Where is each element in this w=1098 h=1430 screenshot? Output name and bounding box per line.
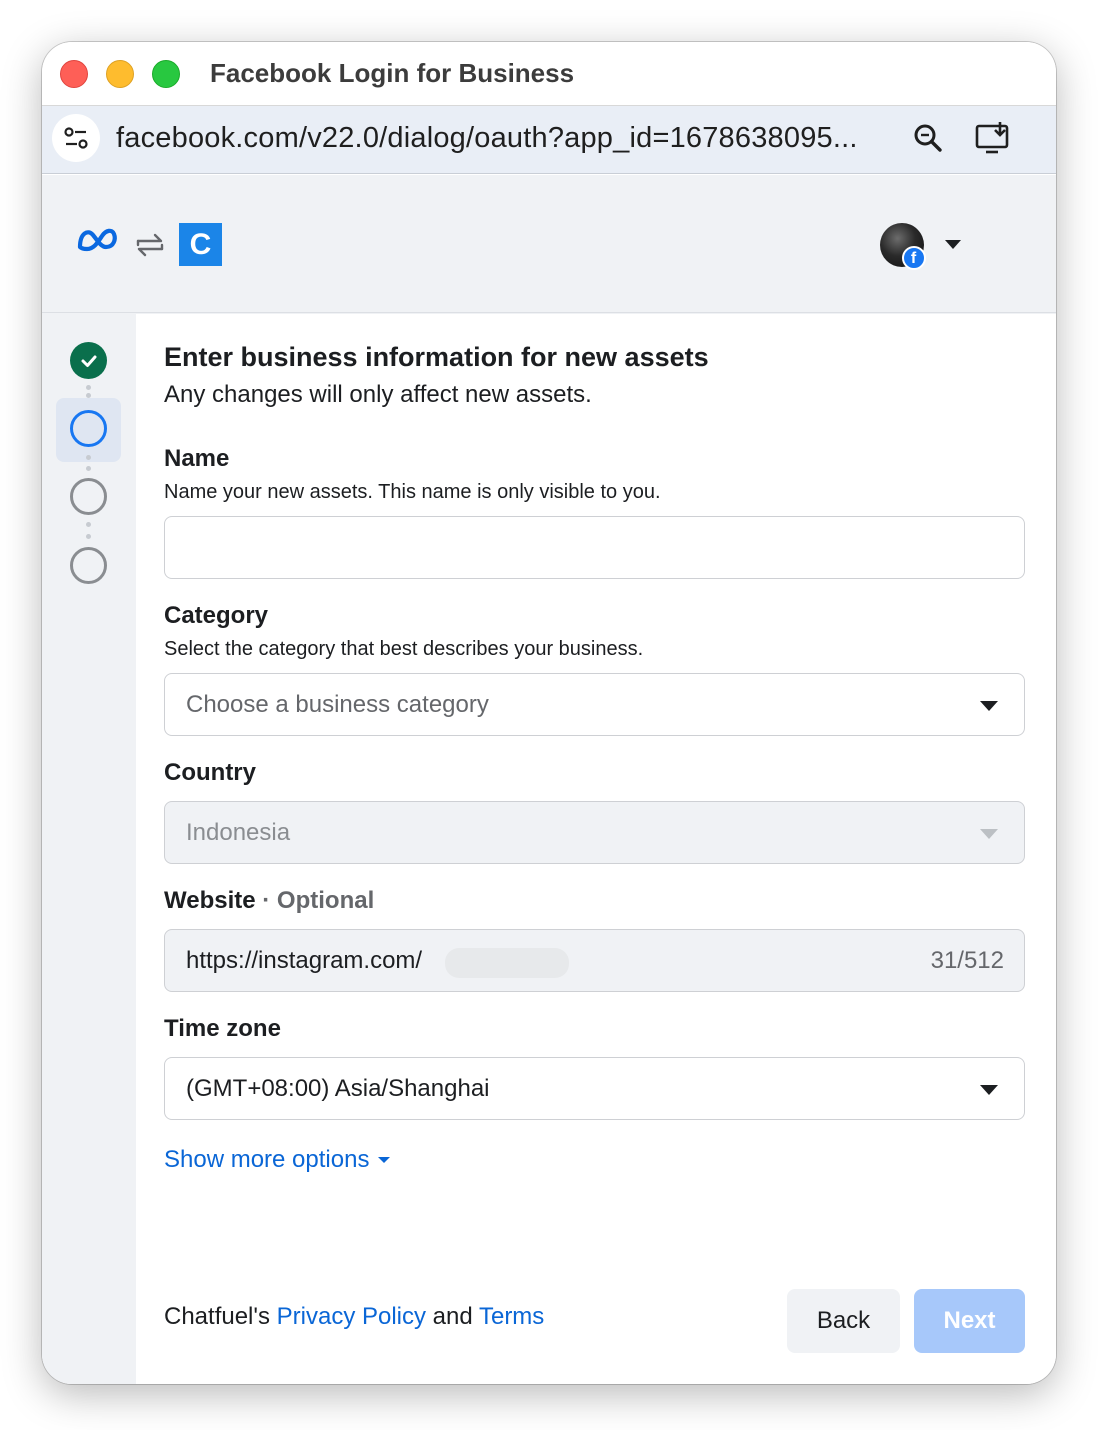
- sync-arrows-icon: [136, 233, 164, 257]
- step-2-current: [70, 410, 107, 447]
- country-label: Country: [164, 759, 256, 786]
- caret-down-icon: [378, 1157, 391, 1163]
- step-connector: [86, 534, 91, 539]
- chatfuel-logo: C: [179, 223, 222, 266]
- facebook-badge-icon: f: [902, 246, 926, 270]
- name-input[interactable]: [164, 516, 1025, 579]
- install-app-icon[interactable]: [974, 120, 1012, 163]
- progress-stepper: [42, 314, 136, 1384]
- tune-icon: [64, 127, 88, 149]
- browser-window: Facebook Login for Business facebook.com…: [42, 42, 1056, 1384]
- form-heading: Enter business information for new asset…: [164, 342, 709, 372]
- step-4: [70, 547, 107, 584]
- name-label: Name: [164, 445, 230, 472]
- dialog-page: C f Enter business information for new a…: [42, 175, 1056, 1384]
- legal-footer: Chatfuel's Privacy Policy and Terms: [164, 1303, 544, 1331]
- name-help: Name your new assets. This name is only …: [164, 481, 661, 503]
- site-info-button[interactable]: [52, 114, 100, 162]
- window-title: Facebook Login for Business: [210, 58, 575, 88]
- close-window-button[interactable]: [60, 60, 88, 88]
- website-label-text: Website: [164, 887, 256, 914]
- timezone-label: Time zone: [164, 1015, 281, 1042]
- category-help: Select the category that best describes …: [164, 638, 644, 660]
- terms-link[interactable]: Terms: [479, 1303, 544, 1330]
- zoom-icon[interactable]: [910, 120, 946, 161]
- optional-tag: Optional: [276, 887, 375, 914]
- business-info-form: Enter business information for new asset…: [136, 314, 1056, 1384]
- category-placeholder: Choose a business category: [186, 691, 489, 718]
- title-bar: Facebook Login for Business: [42, 42, 1056, 106]
- footer-prefix: Chatfuel's: [164, 1303, 277, 1330]
- zoom-window-button[interactable]: [152, 60, 180, 88]
- next-button[interactable]: Next: [914, 1289, 1025, 1353]
- chevron-down-icon: [980, 1085, 998, 1095]
- meta-logo-icon: [77, 228, 117, 252]
- address-bar: facebook.com/v22.0/dialog/oauth?app_id=1…: [42, 106, 1056, 174]
- url-text[interactable]: facebook.com/v22.0/dialog/oauth?app_id=1…: [116, 122, 858, 155]
- step-connector: [86, 466, 91, 471]
- chevron-down-icon: [980, 701, 998, 711]
- label-separator: ·: [255, 887, 277, 914]
- back-button[interactable]: Back: [787, 1289, 900, 1353]
- character-counter: 31/512: [930, 947, 1004, 974]
- category-select[interactable]: Choose a business category: [164, 673, 1025, 736]
- step-connector: [86, 455, 91, 460]
- form-subheading: Any changes will only affect new assets.: [164, 381, 592, 408]
- website-input[interactable]: https://instagram.com/ 31/512: [164, 929, 1025, 992]
- website-label: Website · Optional: [164, 887, 374, 915]
- country-select: Indonesia: [164, 801, 1025, 864]
- step-3: [70, 478, 107, 515]
- step-connector: [86, 522, 91, 527]
- privacy-policy-link[interactable]: Privacy Policy: [277, 1303, 426, 1330]
- step-connector: [86, 385, 91, 390]
- timezone-select[interactable]: (GMT+08:00) Asia/Shanghai: [164, 1057, 1025, 1120]
- website-value: https://instagram.com/: [186, 947, 423, 974]
- account-menu-caret-icon[interactable]: [943, 239, 963, 251]
- redacted-text: [445, 948, 569, 978]
- dialog-header: C f: [42, 175, 1056, 313]
- checkmark-icon: [81, 355, 96, 367]
- chevron-down-icon: [980, 829, 998, 839]
- step-1-complete: [70, 342, 107, 379]
- show-more-label: Show more options: [164, 1146, 370, 1173]
- minimize-window-button[interactable]: [106, 60, 134, 88]
- timezone-value: (GMT+08:00) Asia/Shanghai: [186, 1075, 490, 1102]
- footer-and: and: [426, 1303, 479, 1330]
- country-value: Indonesia: [186, 819, 291, 846]
- category-label: Category: [164, 602, 269, 629]
- show-more-options-link[interactable]: Show more options: [164, 1146, 391, 1174]
